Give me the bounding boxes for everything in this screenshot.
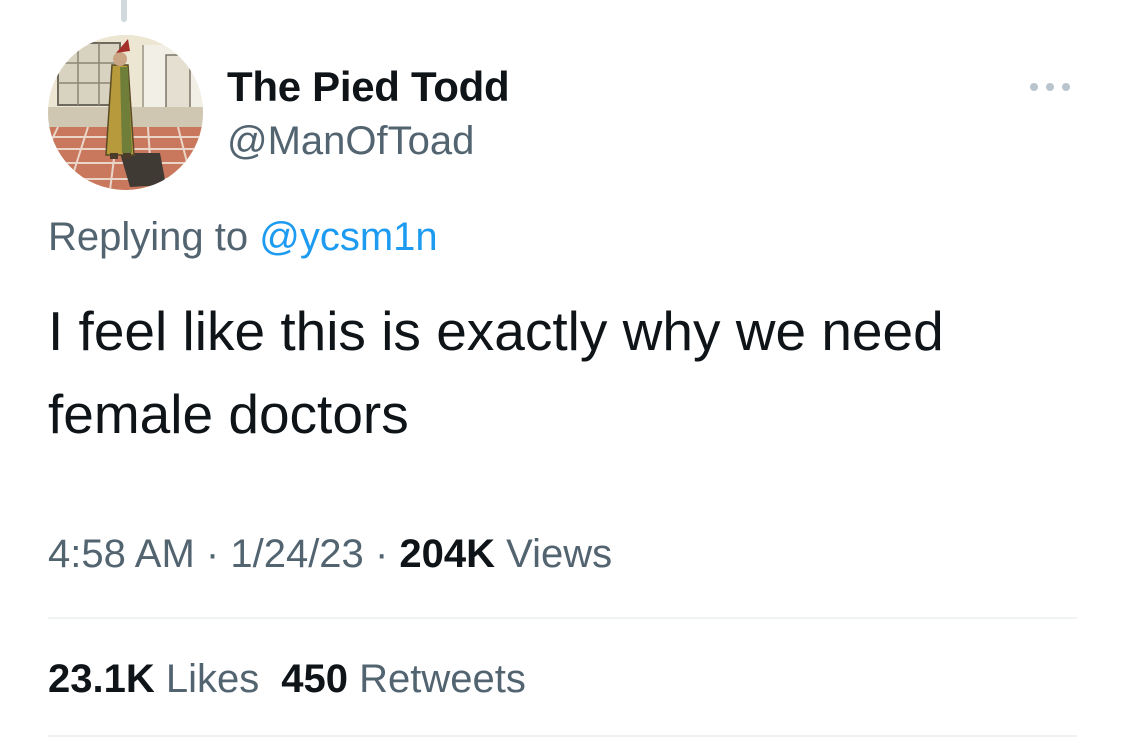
author-display-name[interactable]: The Pied Todd bbox=[227, 62, 510, 112]
divider bbox=[48, 617, 1077, 619]
views-count: 204K bbox=[399, 532, 496, 576]
tweet-metadata: 4:58 AM · 1/24/23 · 204K Views bbox=[48, 529, 612, 579]
meta-separator: · bbox=[205, 532, 220, 576]
avatar[interactable] bbox=[48, 35, 203, 190]
retweets-label: Retweets bbox=[359, 657, 526, 701]
views-label: Views bbox=[506, 532, 613, 576]
likes-stat[interactable]: 23.1K Likes bbox=[48, 657, 259, 701]
likes-count: 23.1K bbox=[48, 657, 155, 701]
replying-to-line: Replying to @ycsm1n bbox=[48, 212, 438, 262]
meta-separator: · bbox=[374, 532, 389, 576]
likes-label: Likes bbox=[165, 657, 260, 701]
reply-thread-line bbox=[121, 0, 127, 22]
engagement-stats: 23.1K Likes 450 Retweets bbox=[48, 654, 526, 704]
tweet-date[interactable]: 1/24/23 bbox=[230, 532, 363, 576]
reply-mention-link[interactable]: @ycsm1n bbox=[259, 215, 437, 259]
tweet-text: I feel like this is exactly why we need … bbox=[48, 290, 1088, 456]
retweets-count: 450 bbox=[281, 657, 349, 701]
retweets-stat[interactable]: 450 Retweets bbox=[281, 657, 526, 701]
tweet-text-line: I feel like this is exactly why we need bbox=[48, 300, 944, 362]
tweet-text-line: female doctors bbox=[48, 383, 409, 445]
divider bbox=[48, 735, 1077, 737]
profile-picture-painting bbox=[48, 35, 203, 190]
replying-to-label: Replying to bbox=[48, 215, 249, 259]
more-options-button[interactable] bbox=[1025, 72, 1075, 102]
author-handle[interactable]: @ManOfToad bbox=[227, 116, 474, 166]
more-horizontal-icon bbox=[1030, 83, 1070, 91]
tweet-time[interactable]: 4:58 AM bbox=[48, 532, 195, 576]
